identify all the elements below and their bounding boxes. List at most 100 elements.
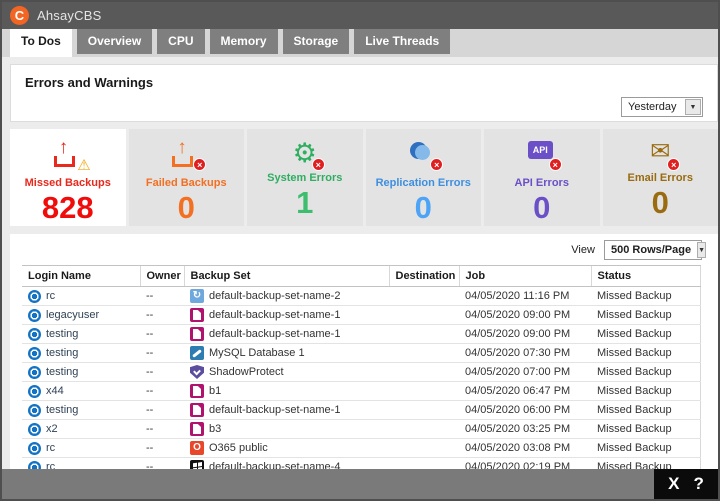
error-x-icon: × [430, 158, 443, 171]
missed-backup-icon: ↑ ⚠ [51, 139, 85, 169]
owner-cell: -- [140, 325, 184, 344]
tab-overview[interactable]: Overview [77, 29, 152, 54]
destination-cell [389, 344, 459, 363]
login-name: rc [46, 442, 55, 454]
destination-cell [389, 306, 459, 325]
tile-replication-errors[interactable]: × Replication Errors 0 [366, 129, 482, 226]
login-name: x44 [46, 385, 64, 397]
login-name: testing [46, 404, 78, 416]
tile-label: API Errors [484, 177, 600, 189]
view-label: View [571, 244, 595, 256]
destination-cell [389, 382, 459, 401]
table-row[interactable]: rc--OO365 public04/05/2020 03:08 PMMisse… [22, 439, 700, 458]
table-body: rc--↻default-backup-set-name-204/05/2020… [22, 287, 700, 471]
tab-storage[interactable]: Storage [283, 29, 350, 54]
tab-to-dos[interactable]: To Dos [10, 29, 72, 57]
col-job[interactable]: Job [459, 266, 591, 287]
table-row[interactable]: testing--default-backup-set-name-104/05/… [22, 325, 700, 344]
failed-backup-icon: ↑ × [169, 139, 203, 169]
rows-per-page-dropdown[interactable]: 500 Rows/Page ▼ [604, 240, 702, 260]
table-row[interactable]: x44--b104/05/2020 06:47 PMMissed Backup [22, 382, 700, 401]
tile-value: 0 [484, 191, 600, 225]
login-name: rc [46, 290, 55, 302]
user-icon [28, 309, 41, 322]
status-cell: Missed Backup [591, 439, 700, 458]
tile-label: Replication Errors [366, 177, 482, 189]
status-cell: Missed Backup [591, 382, 700, 401]
table-header-row: Login Name Owner Backup Set Destination … [22, 266, 700, 287]
backup-set-name: b3 [209, 423, 221, 435]
col-backup-set[interactable]: Backup Set [184, 266, 389, 287]
file-backup-icon [190, 308, 204, 322]
owner-cell: -- [140, 420, 184, 439]
user-icon [28, 442, 41, 455]
user-icon [28, 290, 41, 303]
tile-label: Email Errors [603, 172, 719, 184]
backup-set-name: default-backup-set-name-1 [209, 404, 340, 416]
status-cell: Missed Backup [591, 363, 700, 382]
chevron-down-icon[interactable]: ▼ [697, 242, 706, 258]
chevron-down-icon[interactable]: ▼ [685, 99, 701, 115]
table-row[interactable]: x2--b304/05/2020 03:25 PMMissed Backup [22, 420, 700, 439]
job-cell: 04/05/2020 09:00 PM [459, 306, 591, 325]
tile-value: 0 [366, 191, 482, 225]
login-name: testing [46, 328, 78, 340]
error-x-icon: × [312, 158, 325, 171]
login-name: testing [46, 366, 78, 378]
mysql-icon [190, 346, 204, 360]
destination-cell [389, 287, 459, 306]
tile-missed-backups[interactable]: ↑ ⚠ Missed Backups 828 [10, 129, 126, 226]
table-row[interactable]: testing--MySQL Database 104/05/2020 07:3… [22, 344, 700, 363]
errors-warnings-panel: Errors and Warnings Yesterday ▼ [10, 64, 718, 122]
tile-label: System Errors [247, 172, 363, 184]
status-cell: Missed Backup [591, 420, 700, 439]
tile-email-errors[interactable]: ✉ × Email Errors 0 [603, 129, 719, 226]
user-icon [28, 423, 41, 436]
login-name: testing [46, 347, 78, 359]
destination-cell [389, 401, 459, 420]
col-destination[interactable]: Destination [389, 266, 459, 287]
app-window: C AhsayCBS To Dos Overview CPU Memory St… [0, 0, 720, 501]
tile-system-errors[interactable]: ⚙ × System Errors 1 [247, 129, 363, 226]
tab-bar: To Dos Overview CPU Memory Storage Live … [2, 29, 718, 57]
tab-live-threads[interactable]: Live Threads [354, 29, 450, 54]
col-login-name[interactable]: Login Name [22, 266, 140, 287]
file-backup-icon [190, 327, 204, 341]
cloud-file-icon: ↻ [190, 289, 204, 303]
backup-set-name: default-backup-set-name-1 [209, 328, 340, 340]
col-owner[interactable]: Owner [140, 266, 184, 287]
status-cell: Missed Backup [591, 306, 700, 325]
tile-failed-backups[interactable]: ↑ × Failed Backups 0 [129, 129, 245, 226]
destination-cell [389, 439, 459, 458]
job-cell: 04/05/2020 07:30 PM [459, 344, 591, 363]
col-status[interactable]: Status [591, 266, 700, 287]
stat-tiles: ↑ ⚠ Missed Backups 828 ↑ × Failed Backup… [10, 129, 718, 226]
tile-value: 0 [129, 191, 245, 225]
destination-cell [389, 325, 459, 344]
owner-cell: -- [140, 344, 184, 363]
table-row[interactable]: legacyuser--default-backup-set-name-104/… [22, 306, 700, 325]
backup-set-name: O365 public [209, 442, 268, 454]
warning-triangle-icon: ⚠ [77, 158, 90, 173]
rows-per-page-value: 500 Rows/Page [605, 244, 697, 256]
tab-memory[interactable]: Memory [210, 29, 278, 54]
file-backup-icon [190, 403, 204, 417]
table-row[interactable]: rc--↻default-backup-set-name-204/05/2020… [22, 287, 700, 306]
tile-label: Missed Backups [10, 177, 126, 189]
replication-error-icon: × [406, 139, 440, 169]
page-title: Errors and Warnings [25, 75, 703, 90]
app-title: AhsayCBS [37, 8, 101, 23]
status-cell: Missed Backup [591, 287, 700, 306]
help-button[interactable]: ? [694, 474, 704, 494]
tile-api-errors[interactable]: API × API Errors 0 [484, 129, 600, 226]
tab-cpu[interactable]: CPU [157, 29, 204, 54]
destination-cell [389, 363, 459, 382]
title-bar: C AhsayCBS [2, 2, 718, 29]
close-button[interactable]: X [668, 474, 679, 494]
table-row[interactable]: testing--default-backup-set-name-104/05/… [22, 401, 700, 420]
user-icon [28, 328, 41, 341]
status-cell: Missed Backup [591, 401, 700, 420]
table-row[interactable]: testing--ShadowProtect04/05/2020 07:00 P… [22, 363, 700, 382]
owner-cell: -- [140, 401, 184, 420]
period-filter-dropdown[interactable]: Yesterday ▼ [621, 97, 703, 117]
